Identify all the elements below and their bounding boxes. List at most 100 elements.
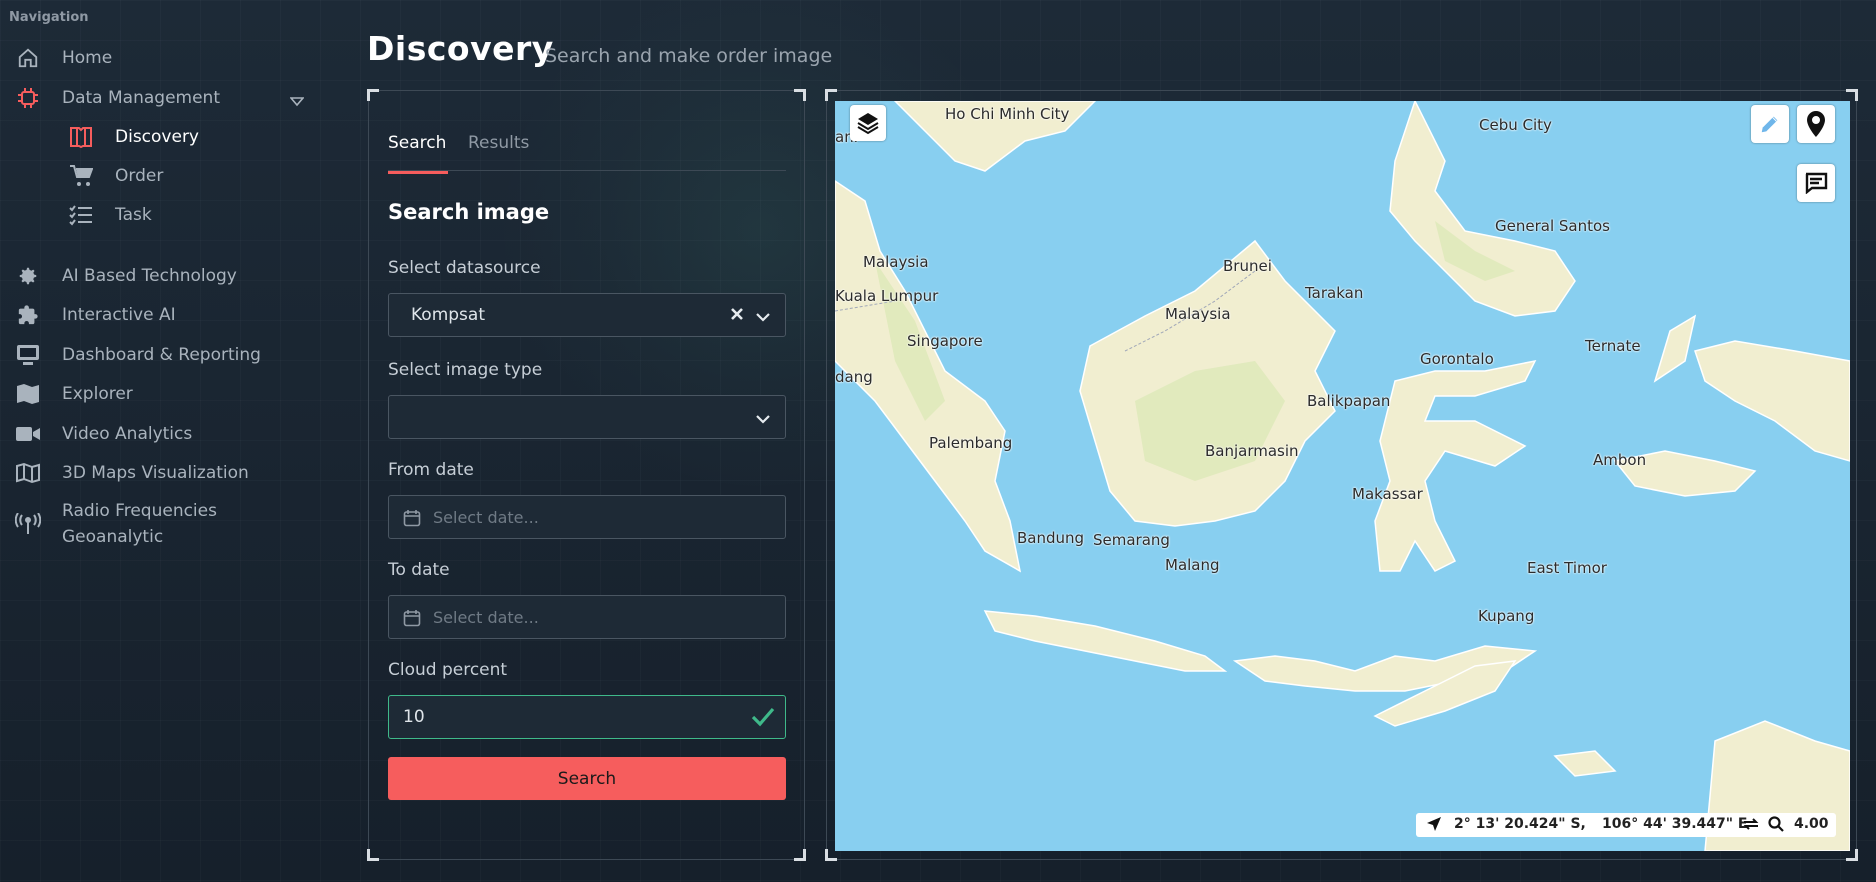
book-icon — [68, 124, 94, 150]
to-date-label: To date — [388, 560, 450, 580]
nav-label: Order — [115, 166, 164, 186]
chevron-down-icon[interactable] — [289, 92, 305, 112]
page-title: Discovery — [367, 29, 554, 68]
nav-label: Video Analytics — [62, 424, 193, 444]
from-date-label: From date — [388, 460, 474, 480]
map-outline-icon — [15, 460, 41, 486]
search-panel: Search Results Search image Select datas… — [367, 89, 806, 861]
city-label: Malaysia — [1165, 305, 1231, 323]
home-icon — [15, 45, 41, 71]
coord-longitude: 106° 44' 39.447" E — [1602, 816, 1748, 832]
nav-label: AI Based Technology — [62, 266, 237, 286]
nav-label: Home — [62, 48, 113, 68]
frame-corner — [1846, 89, 1858, 101]
page-subtitle: Search and make order image — [545, 45, 833, 67]
frame-corner — [794, 89, 806, 101]
city-label: Malang — [1165, 556, 1220, 574]
to-date-input[interactable]: Select date... — [388, 595, 786, 639]
search-button[interactable]: Search — [388, 757, 786, 800]
clear-icon[interactable] — [729, 306, 745, 326]
swap-icon[interactable] — [1742, 816, 1760, 836]
sidebar: Navigation Home Data Management Discover… — [0, 0, 330, 882]
cloud-percent-input[interactable]: 10 — [388, 695, 786, 739]
city-label: Gorontalo — [1420, 350, 1494, 368]
coordinate-readout: 2° 13' 20.424" S, 106° 44' 39.447" E 4.0… — [1416, 813, 1836, 837]
city-label: Kuala Lumpur — [835, 287, 939, 305]
nav-label: Radio Frequencies Geoanalytic — [62, 501, 217, 547]
antenna-icon — [15, 511, 41, 537]
map-land — [835, 101, 1850, 851]
from-date-placeholder: Select date... — [433, 507, 539, 527]
cloud-percent-label: Cloud percent — [388, 660, 508, 680]
nav-label: Interactive AI — [62, 305, 176, 325]
comment-button[interactable] — [1797, 164, 1835, 202]
city-label: dang — [835, 368, 873, 386]
layers-icon — [857, 113, 879, 135]
nav-label: Explorer — [62, 384, 133, 404]
video-icon — [15, 421, 41, 447]
city-label: Malaysia — [863, 253, 929, 271]
location-arrow-icon — [1426, 816, 1442, 836]
city-label: East Timor — [1527, 559, 1607, 577]
draw-button[interactable] — [1751, 105, 1789, 143]
chevron-down-icon[interactable] — [755, 308, 771, 327]
pencil-icon — [1761, 116, 1778, 133]
layers-button[interactable] — [850, 105, 886, 141]
map-pin-icon — [1807, 111, 1825, 137]
city-label: Singapore — [907, 332, 983, 350]
datasource-value: Kompsat — [411, 305, 485, 325]
to-date-placeholder: Select date... — [433, 607, 539, 627]
chevron-down-icon[interactable] — [755, 410, 771, 429]
checklist-icon — [68, 202, 94, 228]
nav-label: 3D Maps Visualization — [62, 463, 249, 483]
from-date-input[interactable]: Select date... — [388, 495, 786, 539]
city-label: Ambon — [1593, 451, 1647, 469]
check-icon — [751, 706, 775, 732]
image-type-label: Select image type — [388, 360, 543, 380]
nav-label: Data Management — [62, 88, 220, 108]
city-label: Tarakan — [1305, 284, 1364, 302]
city-label: Palembang — [929, 434, 1013, 452]
cloud-percent-value: 10 — [403, 707, 425, 727]
datasource-label: Select datasource — [388, 258, 541, 278]
city-label: Brunei — [1223, 257, 1272, 275]
tab-search[interactable]: Search — [388, 133, 448, 174]
comment-icon — [1805, 172, 1828, 194]
frame-corner — [367, 89, 379, 101]
city-label: Balikpapan — [1307, 392, 1391, 410]
cart-icon — [68, 163, 94, 189]
city-label: Bandung — [1017, 529, 1085, 547]
city-label: Cebu City — [1479, 116, 1552, 134]
calendar-icon — [403, 609, 421, 631]
puzzle-icon — [15, 302, 41, 328]
city-label: Kupang — [1478, 607, 1535, 625]
chip-icon — [15, 85, 41, 111]
zoom-level: 4.00 — [1794, 816, 1829, 832]
frame-corner — [794, 849, 806, 861]
city-label: Banjarmasin — [1205, 442, 1299, 460]
city-label: Ternate — [1585, 337, 1641, 355]
city-label: Ho Chi Minh City — [945, 105, 1070, 123]
map-view[interactable]: Ho Chi Minh City Cebu City General Santo… — [835, 101, 1850, 851]
section-title: Search image — [388, 200, 550, 224]
frame-corner — [825, 89, 837, 101]
tab-results[interactable]: Results — [468, 133, 529, 173]
city-label: Semarang — [1093, 531, 1170, 549]
nav-label: Discovery — [115, 127, 199, 147]
tab-bar: Search Results — [388, 131, 786, 174]
monitor-icon — [15, 342, 41, 368]
image-type-select[interactable] — [388, 395, 786, 439]
calendar-icon — [403, 509, 421, 531]
datasource-select[interactable]: Kompsat — [388, 293, 786, 337]
city-label: Makassar — [1352, 485, 1423, 503]
map-icon — [15, 381, 41, 407]
nav-label: Task — [115, 205, 152, 225]
nav-title: Navigation — [9, 10, 89, 25]
city-label: General Santos — [1495, 217, 1610, 235]
coord-latitude: 2° 13' 20.424" S, — [1454, 816, 1586, 832]
frame-corner — [367, 849, 379, 861]
gear-icon — [15, 263, 41, 289]
zoom-search-icon — [1768, 816, 1784, 836]
nav-label: Dashboard & Reporting — [62, 345, 261, 365]
marker-button[interactable] — [1797, 105, 1835, 143]
